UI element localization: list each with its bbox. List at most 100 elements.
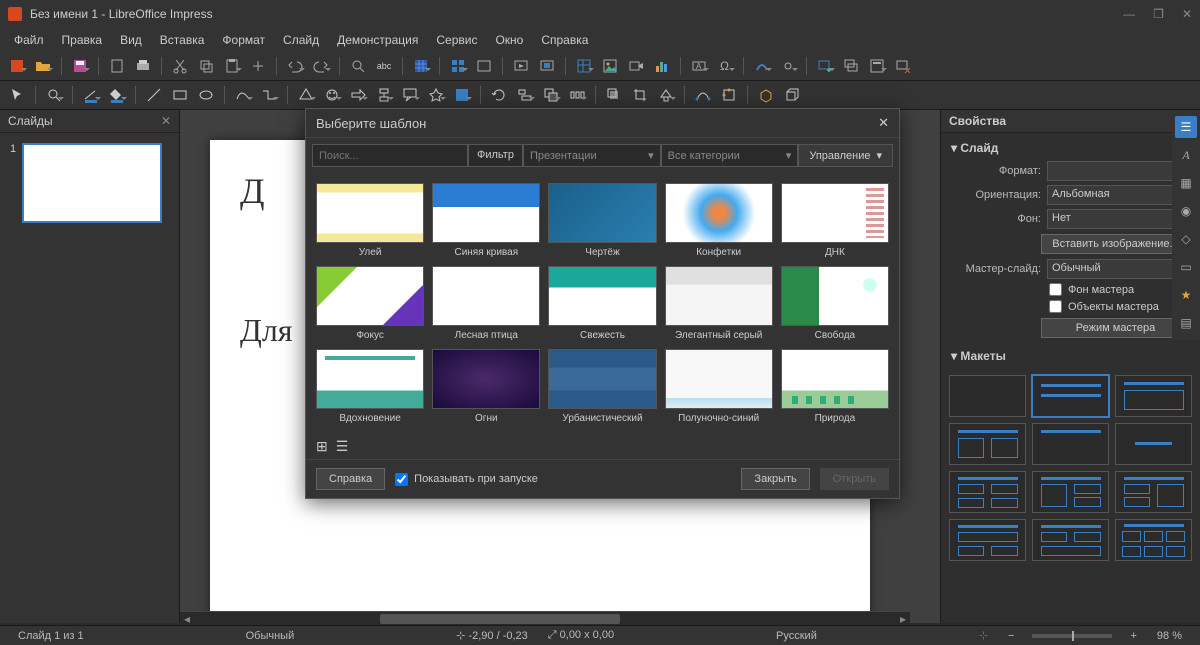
layout-blank[interactable]	[949, 375, 1026, 417]
insert-av-button[interactable]	[625, 55, 647, 77]
master-bg-check[interactable]	[1049, 283, 1062, 296]
block-arrows-tool[interactable]	[347, 84, 369, 106]
insert-image-button[interactable]	[599, 55, 621, 77]
menu-format[interactable]: Формат	[214, 31, 273, 49]
layout-6[interactable]	[1115, 519, 1192, 561]
tab-slide-transition[interactable]: ▭	[1175, 256, 1197, 278]
tab-animation[interactable]: ★	[1175, 284, 1197, 306]
template-item[interactable]: Элегантный серый	[665, 266, 773, 341]
slide-thumbnail[interactable]	[22, 143, 162, 223]
new-slide-button[interactable]	[814, 55, 836, 77]
select-tool[interactable]	[6, 84, 28, 106]
ellipse-tool[interactable]	[195, 84, 217, 106]
redo-button[interactable]	[310, 55, 332, 77]
stars-tool[interactable]	[425, 84, 447, 106]
filter-button[interactable]	[655, 84, 677, 106]
layout-2x2[interactable]	[949, 471, 1026, 513]
rect-tool[interactable]	[169, 84, 191, 106]
tab-gallery[interactable]: ▦	[1175, 172, 1197, 194]
insert-special-char-button[interactable]: Ω	[714, 55, 736, 77]
tab-master-slides[interactable]: ▤	[1175, 312, 1197, 334]
insert-image-button[interactable]: Вставить изображение...	[1041, 234, 1190, 254]
cut-button[interactable]	[169, 55, 191, 77]
start-current-slide-button[interactable]	[536, 55, 558, 77]
new-doc-button[interactable]	[6, 55, 28, 77]
section-slide[interactable]: ▾ Слайд ⧉	[941, 137, 1200, 159]
menu-slide[interactable]: Слайд	[275, 31, 327, 49]
layout-two-content[interactable]	[949, 423, 1026, 465]
insert-chart-button[interactable]	[651, 55, 673, 77]
scrollbar-thumb[interactable]	[380, 614, 620, 624]
distribute-tool[interactable]	[566, 84, 588, 106]
arrange-tool[interactable]	[540, 84, 562, 106]
search-input[interactable]	[312, 144, 468, 167]
layout-1-2[interactable]	[1032, 471, 1109, 513]
insert-table-button[interactable]	[573, 55, 595, 77]
status-lang[interactable]: Русский	[766, 630, 827, 642]
menu-edit[interactable]: Правка	[54, 31, 111, 49]
duplicate-slide-button[interactable]	[840, 55, 862, 77]
layout-title[interactable]	[1032, 375, 1109, 417]
paste-button[interactable]	[221, 55, 243, 77]
zoom-tool[interactable]	[43, 84, 65, 106]
template-item[interactable]: Огни	[432, 349, 540, 424]
template-item[interactable]: Свежесть	[548, 266, 656, 341]
undo-button[interactable]	[284, 55, 306, 77]
orientation-combo[interactable]: Альбомная	[1047, 185, 1190, 205]
shadow-button[interactable]	[603, 84, 625, 106]
menu-tools[interactable]: Сервис	[428, 31, 485, 49]
layout-3h[interactable]	[949, 519, 1026, 561]
slide-layout-button[interactable]	[866, 55, 888, 77]
3d-tool[interactable]	[451, 84, 473, 106]
filter-app-combo[interactable]: Презентации▾	[523, 144, 661, 167]
zoom-slider[interactable]	[1032, 634, 1112, 638]
template-item[interactable]: Синяя кривая	[432, 183, 540, 258]
template-item[interactable]: Лесная птица	[432, 266, 540, 341]
layout-3v[interactable]	[1032, 519, 1109, 561]
print-button[interactable]	[132, 55, 154, 77]
layout-title-only[interactable]	[1032, 423, 1109, 465]
master-combo[interactable]: Обычный	[1047, 259, 1190, 279]
connector-tool[interactable]	[258, 84, 280, 106]
manage-button[interactable]: Управление ▾	[798, 144, 893, 167]
template-item[interactable]: Вдохновение	[316, 349, 424, 424]
background-combo[interactable]: Нет	[1047, 209, 1190, 229]
dialog-close-icon[interactable]: ✕	[878, 115, 889, 131]
export-pdf-button[interactable]	[106, 55, 128, 77]
rotate-tool[interactable]	[488, 84, 510, 106]
gluepoints-tool[interactable]	[718, 84, 740, 106]
points-tool[interactable]	[692, 84, 714, 106]
slide-thumbnail-item[interactable]: 1	[0, 133, 179, 233]
menu-view[interactable]: Вид	[112, 31, 150, 49]
horizontal-scrollbar[interactable]: ◂ ▸	[180, 611, 910, 625]
clone-format-button[interactable]	[247, 55, 269, 77]
help-button[interactable]: Справка	[316, 468, 385, 490]
extrusion-button[interactable]	[755, 84, 777, 106]
layout-2-1[interactable]	[1115, 471, 1192, 513]
callouts-tool[interactable]	[399, 84, 421, 106]
template-item[interactable]: Улей	[316, 183, 424, 258]
template-item[interactable]: Полуночно-синий	[665, 349, 773, 424]
menu-slideshow[interactable]: Демонстрация	[329, 31, 426, 49]
tab-shapes[interactable]: ◇	[1175, 228, 1197, 250]
section-layouts[interactable]: ▾ Макеты	[941, 345, 1200, 367]
menu-help[interactable]: Справка	[533, 31, 596, 49]
menu-insert[interactable]: Вставка	[152, 31, 213, 49]
master-objects-check[interactable]	[1049, 300, 1062, 313]
toggle-extrusion-button[interactable]	[781, 84, 803, 106]
tab-properties[interactable]: ☰	[1175, 116, 1197, 138]
close-button[interactable]: ✕	[1182, 7, 1192, 21]
find-button[interactable]	[347, 55, 369, 77]
tab-styles[interactable]: A	[1175, 144, 1197, 166]
master-mode-button[interactable]: Режим мастера	[1041, 318, 1190, 338]
spellcheck-button[interactable]: abc	[373, 55, 395, 77]
layout-title-content[interactable]	[1115, 375, 1192, 417]
start-slideshow-button[interactable]	[510, 55, 532, 77]
template-item[interactable]: Урбанистический	[548, 349, 656, 424]
template-item[interactable]: Чертёж	[548, 183, 656, 258]
align-tool[interactable]	[514, 84, 536, 106]
view-list-icon[interactable]: ☰	[336, 438, 349, 455]
template-item[interactable]: Свобода	[781, 266, 889, 341]
fill-color-button[interactable]	[106, 84, 128, 106]
status-zoom[interactable]: 98 %	[1147, 630, 1192, 642]
